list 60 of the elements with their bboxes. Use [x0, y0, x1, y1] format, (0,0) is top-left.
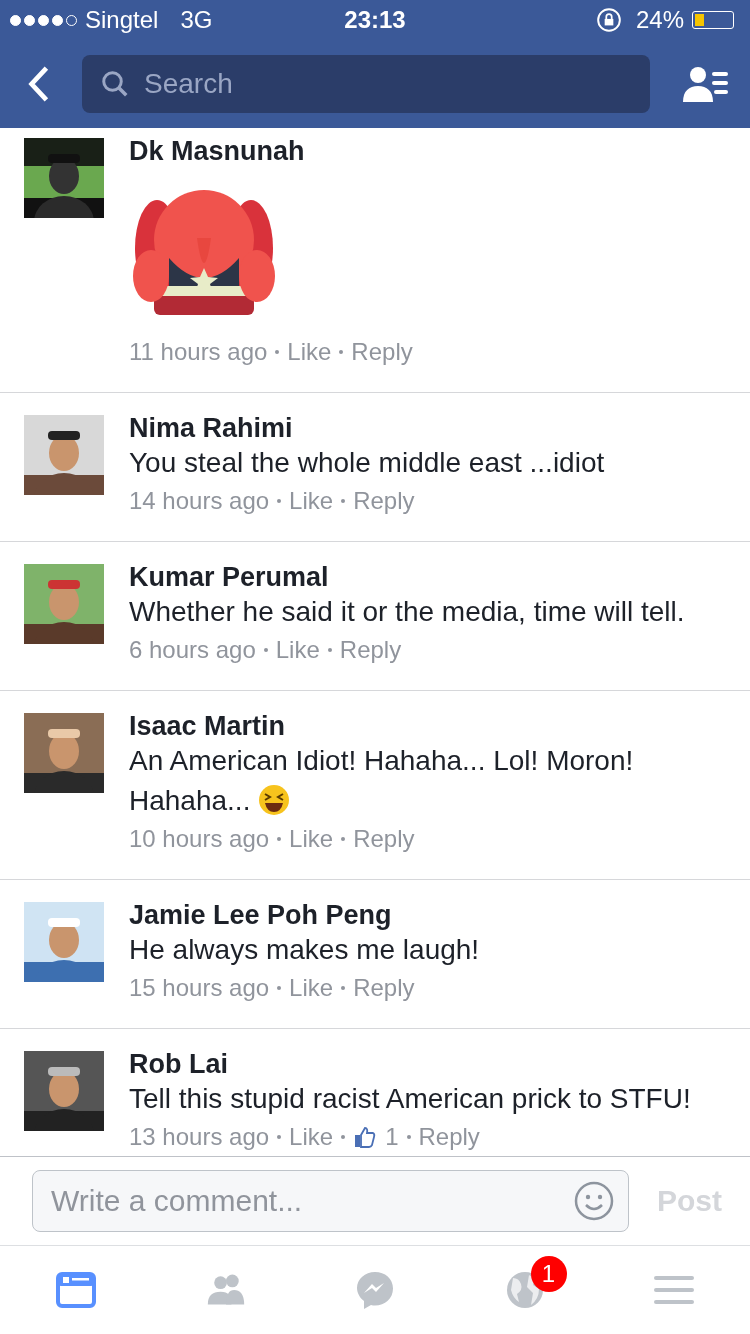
comment-input-field[interactable]: Write a comment... — [49, 1183, 574, 1219]
commenter-name[interactable]: Rob Lai — [129, 1049, 726, 1079]
commenter-name[interactable]: Kumar Perumal — [129, 562, 726, 592]
commenter-name[interactable]: Nima Rahimi — [129, 413, 726, 443]
comment-text: He always makes me laugh! — [129, 933, 481, 967]
comment-time: 6 hours ago — [129, 635, 256, 665]
comment-text: An American Idiot! Hahaha... Lol! Moron! Hahaha... — [129, 744, 635, 818]
back-button[interactable] — [28, 65, 50, 103]
like-link[interactable]: Like — [289, 485, 334, 517]
separator-dot — [277, 499, 282, 503]
battery-percentage: 24% — [635, 6, 684, 34]
news-feed-tab[interactable] — [56, 1270, 96, 1310]
reply-link[interactable]: Reply — [339, 634, 402, 666]
like-link[interactable]: Like — [289, 823, 334, 855]
messenger-tab[interactable] — [355, 1270, 395, 1310]
reply-link[interactable]: Reply — [351, 336, 413, 368]
separator-dot — [277, 837, 282, 841]
notification-badge: 1 — [530, 1256, 567, 1292]
reply-link[interactable]: Reply — [418, 1121, 480, 1153]
commenter-name[interactable]: Isaac Martin — [129, 711, 726, 741]
carrier-name: Singtel — [85, 6, 159, 34]
commenter-name[interactable]: Jamie Lee Poh Peng — [129, 900, 726, 930]
separator-dot — [327, 648, 332, 652]
comment-time: 14 hours ago — [129, 486, 270, 516]
network-type: 3G — [180, 6, 213, 34]
search-bar[interactable]: Search — [82, 55, 650, 113]
like-link[interactable]: Like — [289, 972, 334, 1004]
comment-time: 10 hours ago — [129, 824, 270, 854]
friend-list-icon[interactable] — [682, 64, 730, 104]
smiley-icon[interactable] — [574, 1181, 614, 1221]
comment-text: Whether he said it or the media, time will tell. — [129, 595, 686, 629]
separator-dot — [341, 499, 346, 503]
comment-text: You steal the whole middle east ...idiot — [129, 446, 606, 480]
separator-dot — [341, 1135, 346, 1139]
rotation-lock-icon — [595, 7, 622, 33]
separator-dot — [263, 648, 268, 652]
separator-dot — [277, 1135, 282, 1139]
thumbs-up-icon — [353, 1125, 378, 1149]
like-link[interactable]: Like — [275, 634, 320, 666]
separator-dot — [341, 837, 346, 841]
separator-dot — [277, 986, 282, 990]
separator-dot — [339, 350, 344, 354]
search-icon — [100, 69, 130, 99]
commenter-name[interactable]: Dk Masnunah — [129, 136, 726, 166]
comment-time: 11 hours ago — [129, 337, 268, 367]
like-count: 1 — [385, 1122, 399, 1152]
separator-dot — [341, 986, 346, 990]
comment-time: 15 hours ago — [129, 973, 270, 1003]
clock-time: 23:13 — [344, 6, 406, 34]
battery-icon — [692, 11, 734, 29]
reply-link[interactable]: Reply — [353, 485, 415, 517]
comment-time: 13 hours ago — [129, 1122, 270, 1152]
separator-dot — [275, 350, 280, 354]
reply-link[interactable]: Reply — [353, 823, 415, 855]
comment-box[interactable]: Write a comment... — [32, 1170, 629, 1232]
like-link[interactable]: Like — [287, 336, 332, 368]
comment-text: Tell this stupid racist American prick to STFU! — [129, 1082, 692, 1116]
separator-dot — [406, 1135, 411, 1139]
like-link[interactable]: Like — [289, 1121, 334, 1153]
reply-link[interactable]: Reply — [353, 972, 415, 1004]
